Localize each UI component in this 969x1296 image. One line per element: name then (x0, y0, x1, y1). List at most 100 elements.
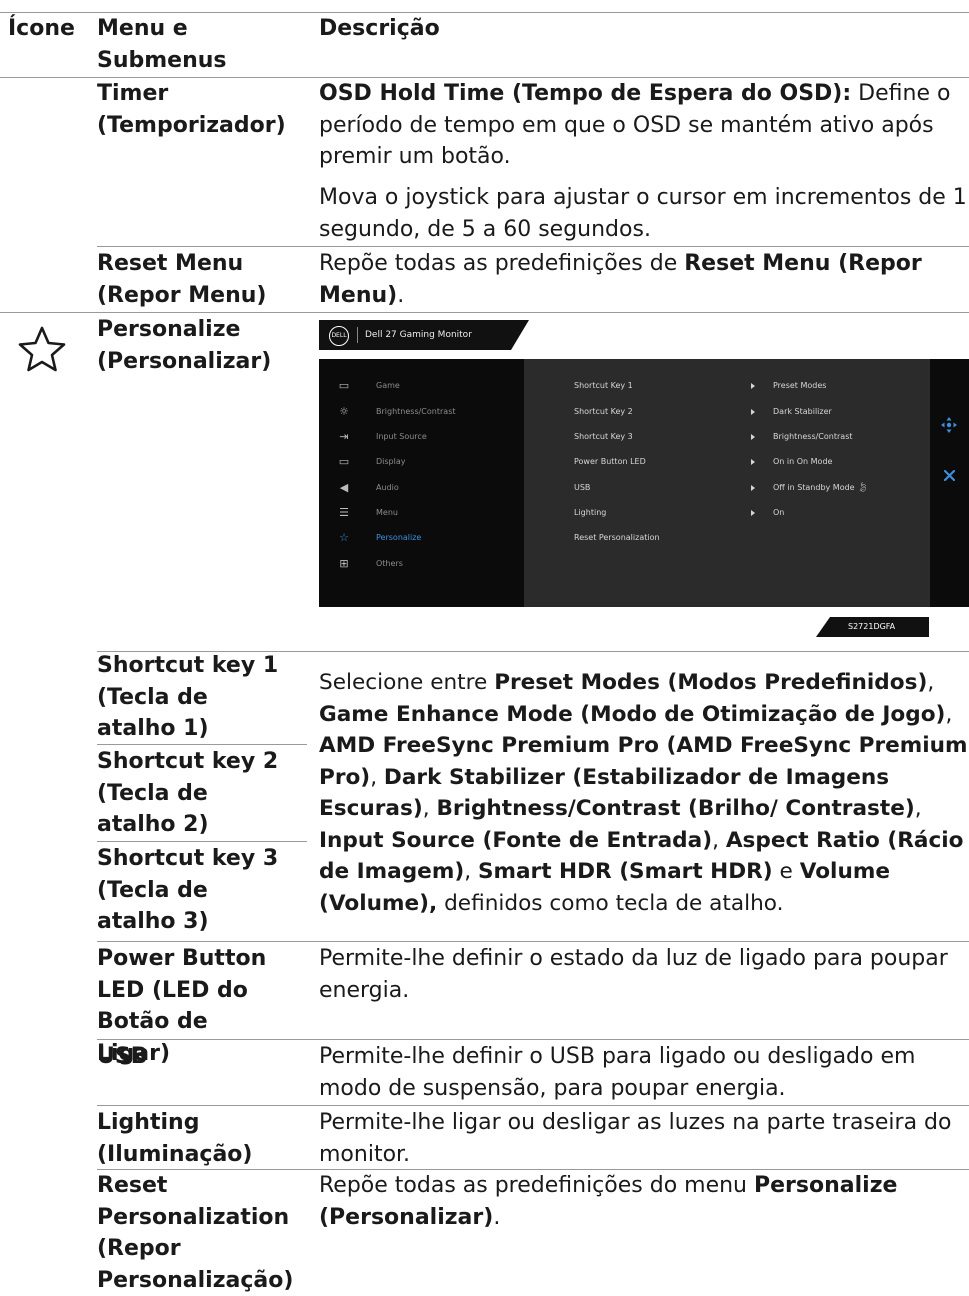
rule-usb (97, 1105, 969, 1106)
osd-title-separator (357, 327, 358, 343)
menu-shortcut-key-1: Shortcut key 1 (Tecla de atalho 1) (97, 653, 279, 741)
rule-shortcuts (97, 941, 969, 942)
desc-timer-p2: Mova o joystick para ajustar o cursor em… (319, 185, 967, 242)
osd-menu-game[interactable]: ▭ Game (319, 376, 524, 396)
osd-title-tab: DELL Dell 27 Gaming Monitor (319, 320, 529, 350)
osd-menu-label: Others (376, 559, 403, 568)
osd-menu-label: Audio (376, 483, 399, 492)
osd-setting-reset-personalization[interactable]: Reset Personalization (574, 531, 660, 545)
close-icon[interactable] (944, 470, 955, 481)
menu-reset-menu: Reset Menu (Repor Menu) (97, 251, 267, 308)
osd-arrow-icon (751, 383, 755, 389)
shortcut-text: , (370, 764, 384, 790)
osd-menu-menu[interactable]: ☰ Menu (319, 503, 524, 523)
rule-reset-menu (0, 312, 969, 313)
osd-menu-brightness[interactable]: ☼ Brightness/Contrast (319, 402, 524, 422)
rule-power-led (97, 1039, 969, 1040)
reset-personalization-period: . (493, 1204, 501, 1230)
reset-personalization-text: Repõe todas as predefinições do menu (319, 1173, 754, 1198)
osd-value-shortcut-key-2: Dark Stabilizer (773, 407, 832, 416)
input-source-term: Input Source (Fonte de Entrada) (319, 827, 713, 853)
audio-icon: ◀ (339, 481, 349, 494)
menu-lighting: Lighting (Iluminação) (97, 1110, 253, 1167)
shortcut-text: , (712, 827, 726, 853)
desc-reset-menu: Repõe todas as predefinições de Reset Me… (319, 248, 959, 311)
menu-reset-personalization: Reset Personalization (Repor Personaliza… (97, 1173, 294, 1293)
star-icon: ☆ (339, 531, 349, 544)
osd-arrow-icon (751, 459, 755, 465)
osd-value-shortcut-key-3: Brightness/Contrast (773, 432, 853, 441)
osd-menu-others[interactable]: ⊞ Others (319, 554, 524, 574)
rule-timer (97, 246, 969, 247)
osd-setting-power-button-led[interactable]: Power Button LED (574, 455, 646, 469)
desc-usb: Permite-lhe definir o USB para ligado ou… (319, 1044, 916, 1101)
reset-menu-period: . (397, 282, 405, 308)
desc-shortcut-keys: Selecione entre Preset Modes (Modos Pred… (319, 667, 969, 919)
menu-personalize: Personalize (Personalizar) (97, 317, 272, 374)
desc-timer-p1: OSD Hold Time (Tempo de Espera do OSD): … (319, 78, 967, 173)
shortcut-text: , (945, 701, 953, 727)
rule-shortcut-2 (97, 841, 307, 842)
others-icon: ⊞ (339, 557, 349, 570)
osd-menu-label: Menu (376, 508, 398, 517)
osd-value-power-button-led: On in On Mode (773, 457, 833, 466)
eco-leaf-icon: 🍃︎ (857, 483, 869, 493)
menu-icon: ☰ (339, 506, 349, 519)
shortcut-text: , (914, 796, 922, 821)
game-enhance-term: Game Enhance Mode (Modo de Otimização de… (319, 701, 946, 727)
osd-menu-audio[interactable]: ◀ Audio (319, 478, 524, 498)
osd-title: Dell 27 Gaming Monitor (365, 330, 472, 340)
osd-setting-shortcut-key-3[interactable]: Shortcut Key 3 (574, 430, 633, 444)
joystick-move-icon[interactable] (941, 417, 957, 433)
menu-usb: USB (97, 1044, 148, 1069)
osd-menu-personalize[interactable]: ☆ Personalize (319, 528, 524, 548)
game-icon: ▭ (338, 379, 350, 392)
osd-value-lighting: On (773, 508, 785, 517)
osd-hold-time-term: OSD Hold Time (Tempo de Espera do OSD): (319, 81, 852, 106)
shortcut-text: Selecione entre (319, 670, 495, 695)
osd-value-usb: Off in Standby Mode 🍃︎ (773, 481, 869, 495)
header-icon-col: Ícone (8, 16, 75, 41)
osd-menu-label: Brightness/Contrast (376, 407, 456, 416)
osd-menu-label: Display (376, 457, 406, 466)
osd-setting-lighting[interactable]: Lighting (574, 506, 606, 520)
menu-timer: Timer (Temporizador) (97, 81, 286, 138)
reset-menu-text: Repõe todas as predefinições de (319, 251, 685, 276)
display-icon: ▭ (338, 455, 350, 468)
model-tag: S2721DGFA (816, 617, 929, 637)
osd-arrow-icon (751, 434, 755, 440)
star-outline-icon (18, 326, 66, 372)
rule-shortcut-1 (97, 744, 307, 745)
osd-setting-usb[interactable]: USB (574, 481, 590, 495)
desc-reset-personalization: Repõe todas as predefinições do menu Per… (319, 1170, 919, 1233)
smart-hdr-term: Smart HDR (Smart HDR) (477, 859, 773, 884)
osd-arrow-icon (751, 510, 755, 516)
menu-shortcut-key-3: Shortcut key 3 (Tecla de atalho 3) (97, 846, 279, 934)
shortcut-text: , (422, 796, 437, 821)
shortcut-text: , (927, 670, 935, 695)
osd-menu-input-source[interactable]: ⇥ Input Source (319, 427, 524, 447)
brightness-icon: ☼ (339, 405, 349, 418)
shortcut-text: definidos como tecla de atalho. (437, 890, 784, 916)
osd-menu-label: Input Source (376, 432, 427, 441)
osd-setting-shortcut-key-1[interactable]: Shortcut Key 1 (574, 379, 633, 393)
osd-menu-label: Game (376, 381, 400, 390)
osd-arrow-icon (751, 485, 755, 491)
shortcut-text: e (772, 859, 800, 884)
desc-lighting: Permite-lhe ligar ou desligar as luzes n… (319, 1110, 952, 1167)
menu-shortcut-key-2: Shortcut key 2 (Tecla de atalho 2) (97, 749, 279, 837)
input-source-icon: ⇥ (339, 430, 349, 443)
osd-menu-label: Personalize (376, 533, 422, 542)
desc-power-button-led: Permite-lhe definir o estado da luz de l… (319, 946, 948, 1003)
model-number: S2721DGFA (848, 622, 896, 631)
osd-setting-shortcut-key-2[interactable]: Shortcut Key 2 (574, 405, 633, 419)
osd-main-menu: ▭ Game ☼ Brightness/Contrast ⇥ Input Source… (319, 359, 524, 607)
brightness-contrast-term: Brightness/Contrast (Brilho/ Contraste) (436, 796, 915, 821)
dell-logo: DELL (329, 326, 349, 346)
header-menu-col: Menu e Submenus (97, 16, 227, 73)
osd-arrow-icon (751, 409, 755, 415)
osd-menu-display[interactable]: ▭ Display (319, 452, 524, 472)
osd-value-usb-text: Off in Standby Mode (773, 483, 855, 492)
osd-nav-column (930, 359, 969, 607)
header-desc-col: Descrição (319, 16, 440, 41)
